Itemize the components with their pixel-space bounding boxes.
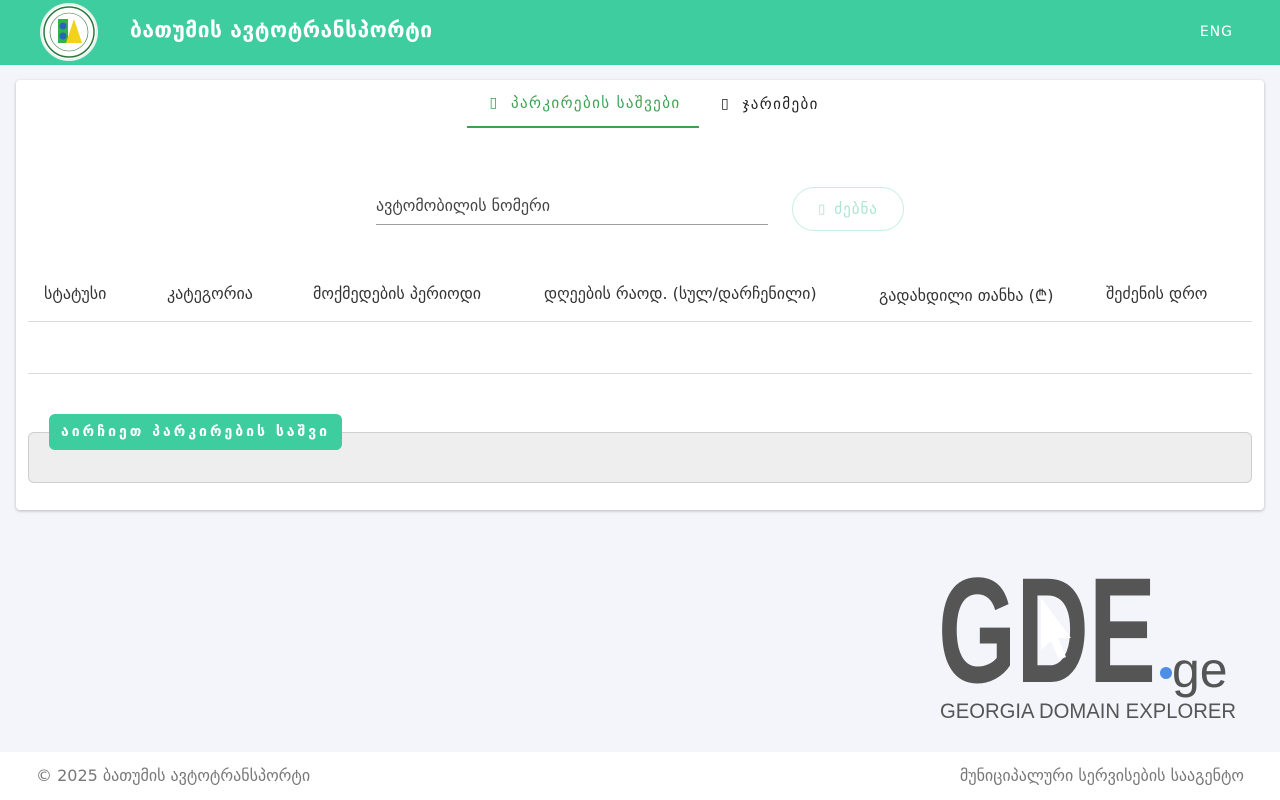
column-header-days: დღეების რაოდ. (სულ/დარჩენილი) <box>544 284 817 303</box>
column-header-category: კატეგორია <box>167 284 253 303</box>
column-header-status: სტატუსი <box>44 284 107 303</box>
tab-bar: ▯ პარკირების საშვები ▯ ჯარიმები <box>467 80 837 128</box>
page-footer: © 2025 ბათუმის ავტოტრანსპორტი მუნიციპალუ… <box>0 752 1280 800</box>
search-button-label: ძებნა <box>834 200 878 218</box>
table-body <box>28 322 1252 374</box>
main-card: ▯ პარკირების საშვები ▯ ჯარიმები ▯ ძებნა … <box>16 80 1264 510</box>
site-title: ბათუმის ავტოტრანსპორტი <box>130 18 433 42</box>
plate-number-input[interactable] <box>376 187 768 223</box>
dot-icon <box>1160 667 1172 679</box>
search-icon: ▯ <box>818 201 827 217</box>
passes-table: სტატუსი კატეგორია მოქმედების პერიოდი დღე… <box>28 270 1252 374</box>
table-header: სტატუსი კატეგორია მოქმედების პერიოდი დღე… <box>28 270 1252 322</box>
column-header-amount: გადახდილი თანხა (₾) <box>879 286 1054 305</box>
column-header-purchase-time: შეძენის დრო <box>1106 284 1208 303</box>
logo[interactable] <box>40 3 98 61</box>
plate-number-field <box>376 187 768 225</box>
app-header: ბათუმის ავტოტრანსპორტი ENG <box>0 0 1280 65</box>
language-switch[interactable]: ENG <box>1200 24 1233 40</box>
tab-label: პარკირების საშვები <box>511 94 681 112</box>
parking-icon: ▯ <box>489 95 499 111</box>
tab-fines[interactable]: ▯ ჯარიმები <box>699 80 837 128</box>
gde-suffix: ge <box>1172 642 1228 698</box>
batumi-transport-logo <box>43 6 95 58</box>
select-parking-pass-button[interactable]: აირჩიეთ პარკირების საშვი <box>49 414 343 450</box>
footer-copyright: © 2025 ბათუმის ავტოტრანსპორტი <box>36 766 311 785</box>
footer-agency-link[interactable]: მუნიციპალური სერვისების სააგენტო <box>960 766 1244 785</box>
column-header-period: მოქმედების პერიოდი <box>313 284 482 303</box>
gde-tagline: GEORGIA DOMAIN EXPLORER <box>940 700 1236 723</box>
search-button[interactable]: ▯ ძებნა <box>792 187 904 231</box>
tab-label: ჯარიმები <box>742 95 819 113</box>
fines-icon: ▯ <box>720 96 731 112</box>
tab-parking-passes[interactable]: ▯ პარკირების საშვები <box>467 80 699 128</box>
gde-watermark-logo: GDE ge GEORGIA DOMAIN EXPLORER <box>938 554 1242 726</box>
